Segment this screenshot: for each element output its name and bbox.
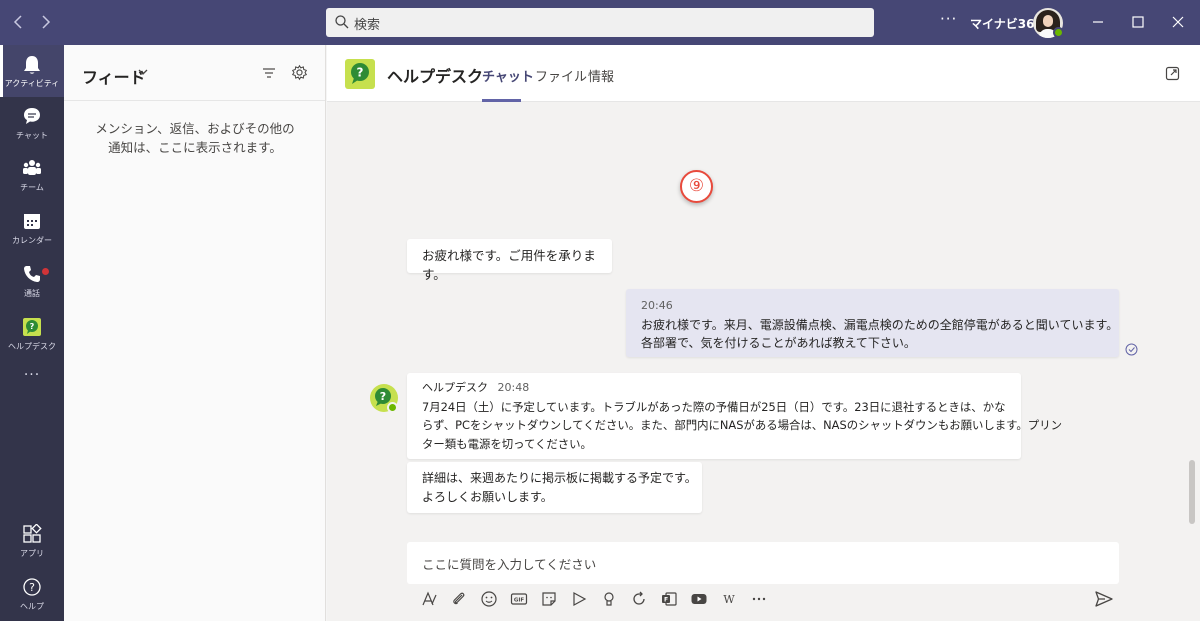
feed-empty-line: メンション、返信、およびその他の <box>95 121 295 136</box>
search-input[interactable]: 検索 <box>326 8 874 37</box>
bot-followup-message: 詳細は、来週あたりに掲示板に掲載する予定です。 よろしくお願いします。 <box>407 462 702 513</box>
rail-label: アプリ <box>20 549 44 558</box>
message-text: らず、PCをシャットダウンしてください。また、部門内にNASがある場合は、NAS… <box>422 418 1062 432</box>
emoji-icon[interactable] <box>480 590 498 608</box>
rail-item-apps[interactable]: アプリ <box>0 515 64 567</box>
message-text: ター類も電源を切ってください。 <box>422 436 592 451</box>
teams-icon <box>23 160 41 175</box>
svg-text:?: ? <box>29 581 35 594</box>
rail-item-more[interactable]: ··· <box>0 361 64 391</box>
message-meta: ヘルプデスク 20:48 <box>422 379 1006 398</box>
message-text: 各部署で、気を付けることがあれば教えて下さい。 <box>641 336 916 350</box>
format-icon[interactable] <box>420 590 438 608</box>
search-placeholder: 検索 <box>354 18 381 33</box>
svg-text:?: ? <box>380 390 386 403</box>
chat-icon <box>24 108 40 124</box>
tab-info[interactable]: 情報 <box>588 66 614 85</box>
more-icon: ··· <box>23 367 41 383</box>
attach-icon[interactable] <box>450 590 468 608</box>
read-receipt-icon <box>1125 343 1138 356</box>
more-options-icon[interactable] <box>750 590 768 608</box>
rail-item-helpdesk[interactable]: ? ヘルプデスク <box>0 308 64 360</box>
meet-icon[interactable] <box>570 590 588 608</box>
compose-placeholder: ここに質問を入力してください <box>422 557 597 572</box>
helpdesk-app-icon: ? <box>23 318 41 336</box>
rail-item-help[interactable]: ? ヘルプ <box>0 568 64 620</box>
message-time: 20:46 <box>641 299 673 312</box>
message-time: 20:48 <box>497 381 530 394</box>
message-text: 7月24日（土）に予定しています。トラブルがあった際の予備日が25日（日）です。… <box>422 399 1006 414</box>
annotation-number: ⑨ <box>680 170 713 203</box>
compose-box[interactable]: ここに質問を入力してください <box>407 542 1119 584</box>
helpdesk-app-icon: ? <box>345 59 375 89</box>
bot-greeting-message: お疲れ様です。ご用件を承ります。 <box>407 239 612 282</box>
presence-available-icon <box>387 402 398 413</box>
message-text: お疲れ様です。ご用件を承ります。 <box>422 248 596 282</box>
rail-item-calendar[interactable]: カレンダー <box>0 202 64 254</box>
apps-icon <box>23 524 42 543</box>
svg-text:W: W <box>723 593 735 606</box>
help-icon: ? <box>23 578 41 596</box>
rail-item-activity[interactable]: アクティビティ <box>0 45 64 97</box>
message-text: お疲れ様です。来月、電源設備点検、漏電点検のための全館停電があると聞いています。 <box>641 317 1119 332</box>
org-name[interactable]: マイナビ365 <box>970 15 1043 32</box>
loop-icon[interactable] <box>630 590 648 608</box>
presence-available-icon <box>1053 27 1064 38</box>
my-message: 20:46 お疲れ様です。来月、電源設備点検、漏電点検のための全館停電があると聞… <box>626 289 1119 357</box>
forms-icon[interactable]: F <box>660 590 678 608</box>
bot-reply-message: ヘルプデスク 20:48 7月24日（土）に予定しています。トラブルがあった際の… <box>407 373 1062 459</box>
phone-icon <box>24 266 40 282</box>
rail-item-teams[interactable]: チーム <box>0 149 64 201</box>
rail-label: チーム <box>20 183 44 192</box>
calendar-icon <box>24 214 40 229</box>
feed-empty-line: 通知は、ここに表示されます。 <box>108 140 282 155</box>
praise-icon[interactable] <box>600 590 618 608</box>
rail-label: 通話 <box>24 289 40 298</box>
back-arrow-icon[interactable] <box>9 12 29 32</box>
svg-text:?: ? <box>357 66 364 80</box>
forward-arrow-icon[interactable] <box>35 12 55 32</box>
tab-files[interactable]: ファイル <box>535 66 587 85</box>
rail-label: カレンダー <box>12 236 52 245</box>
sticker-icon[interactable] <box>540 590 558 608</box>
message-text: よろしくお願いします。 <box>422 489 553 504</box>
popout-icon[interactable] <box>1165 66 1180 81</box>
close-icon[interactable] <box>1168 12 1188 32</box>
divider <box>64 100 325 101</box>
svg-text:F: F <box>664 597 668 604</box>
app-bar: アクティビティ チャット チーム カレンダー 通話 ? ヘルプデスク ··· ア… <box>0 45 64 621</box>
rail-label: ヘルプ <box>20 602 44 611</box>
youtube-icon[interactable] <box>690 590 708 608</box>
gear-icon[interactable] <box>291 64 308 81</box>
svg-text:?: ? <box>30 322 35 331</box>
maximize-icon[interactable] <box>1128 12 1148 32</box>
notification-dot <box>42 268 49 275</box>
svg-text:GIF: GIF <box>514 598 525 604</box>
rail-label: アクティビティ <box>4 79 60 88</box>
rail-item-chat[interactable]: チャット <box>0 97 64 149</box>
rail-label: ヘルプデスク <box>8 342 56 351</box>
more-icon[interactable]: ··· <box>940 10 957 28</box>
active-tab-indicator <box>482 99 521 102</box>
channel-header: ? ヘルプデスク チャット ファイル 情報 <box>327 45 1200 102</box>
rail-item-calls[interactable]: 通話 <box>0 255 64 307</box>
search-icon <box>335 15 349 29</box>
filter-icon[interactable] <box>261 65 277 81</box>
feed-empty-message: メンション、返信、およびその他の 通知は、ここに表示されます。 <box>64 119 326 157</box>
send-icon[interactable] <box>1094 589 1114 609</box>
title-bar: 検索 ··· マイナビ365 <box>0 0 1200 45</box>
message-author: ヘルプデスク <box>422 381 488 394</box>
message-text: 詳細は、来週あたりに掲示板に掲載する予定です。 <box>422 471 697 485</box>
tab-chat[interactable]: チャット <box>482 66 534 85</box>
chevron-down-icon[interactable] <box>136 65 150 79</box>
channel-title: ヘルプデスク <box>387 67 484 86</box>
scrollbar[interactable] <box>1189 460 1195 524</box>
chat-area: ? ヘルプデスク チャット ファイル 情報 ⑨ お疲れ様です。ご用件を承ります。… <box>327 45 1200 621</box>
rail-label: チャット <box>16 131 48 140</box>
gif-icon[interactable]: GIF <box>510 590 528 608</box>
feed-panel: フィード メンション、返信、およびその他の 通知は、ここに表示されます。 <box>64 45 326 621</box>
wiki-icon[interactable]: W <box>720 590 738 608</box>
bell-icon <box>24 56 40 74</box>
minimize-icon[interactable] <box>1088 12 1108 32</box>
